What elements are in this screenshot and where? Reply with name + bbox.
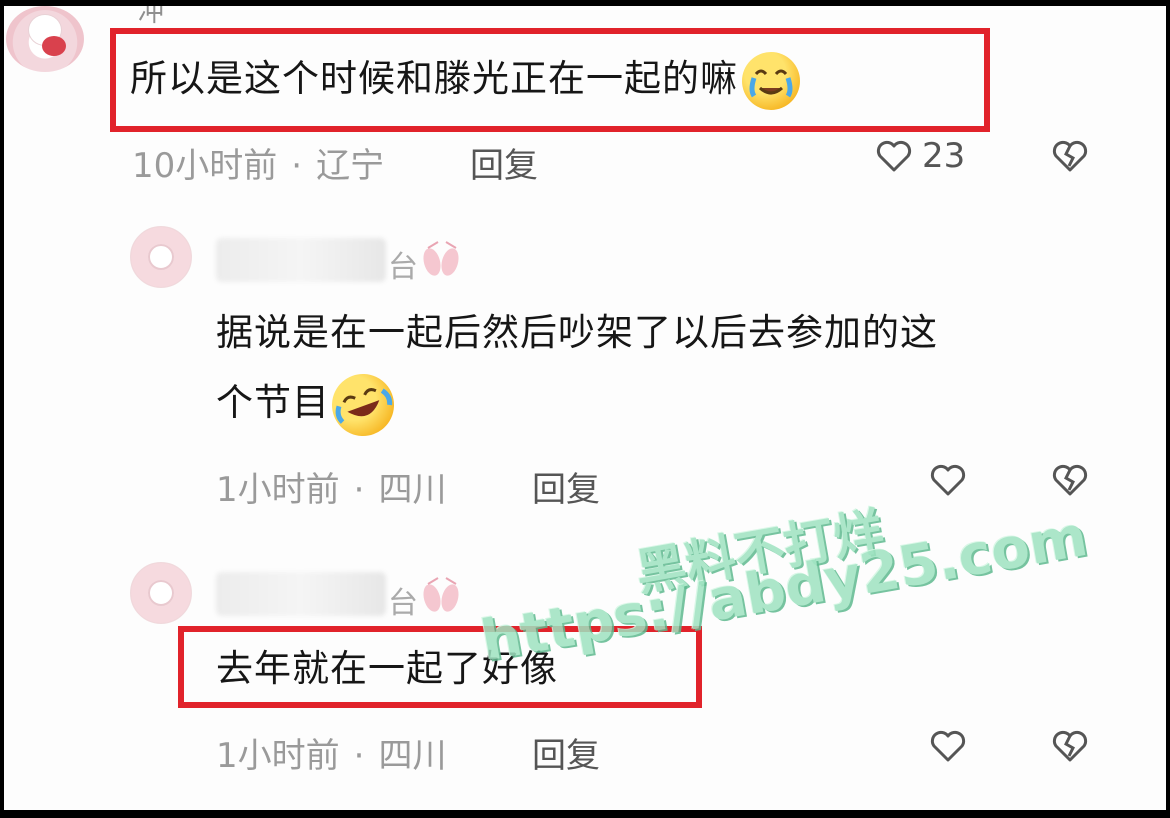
comment-body: 所以是这个时候和滕光正在一起的嘛: [130, 57, 738, 100]
reply-button[interactable]: 回复: [532, 728, 600, 777]
avatar[interactable]: [130, 226, 192, 288]
timestamp: 1小时前: [216, 470, 340, 510]
reply-text-line1: 据说是在一起后然后吵架了以后去参加的这: [216, 311, 938, 354]
comment-thread: 冲 所以是这个时候和滕光正在一起的嘛 10小时前 · 辽宁 回复 23 台 据说…: [4, 6, 1166, 810]
crying-laughing-face-icon: [742, 51, 800, 110]
username-redacted: [216, 238, 386, 282]
like-count: 23: [922, 136, 966, 176]
heart-icon: [930, 464, 966, 496]
like-button[interactable]: [928, 460, 968, 500]
separator: ·: [353, 470, 365, 510]
main-comment-meta: 10小时前 · 辽宁: [132, 138, 384, 187]
reply-meta: 1小时前 · 四川: [216, 462, 446, 511]
previous-username-fragment: 冲: [138, 6, 165, 28]
rolling-laughing-face-icon: [323, 364, 403, 445]
broken-heart-icon: [1052, 464, 1088, 496]
dislike-button[interactable]: [1050, 136, 1090, 176]
heart-icon: [930, 730, 966, 762]
broken-heart-icon: [1052, 730, 1088, 762]
ballet-shoes-icon: [423, 241, 459, 276]
location: 四川: [378, 470, 447, 510]
reply-button[interactable]: 回复: [532, 462, 600, 511]
heart-icon: [876, 140, 912, 172]
screenshot-frame: 冲 所以是这个时候和滕光正在一起的嘛 10小时前 · 辽宁 回复 23 台 据说…: [0, 0, 1170, 818]
username-fragment: 台: [388, 586, 418, 621]
location: 辽宁: [316, 146, 385, 186]
reply-body-end: 个节目: [216, 381, 330, 424]
dislike-button[interactable]: [1050, 460, 1090, 500]
username-redacted: [216, 572, 386, 616]
separator: ·: [291, 146, 303, 186]
separator: ·: [353, 736, 365, 776]
reply-meta: 1小时前 · 四川: [216, 728, 446, 777]
timestamp: 1小时前: [216, 736, 340, 776]
broken-heart-icon: [1052, 140, 1088, 172]
username-fragment: 台: [388, 250, 418, 285]
avatar[interactable]: [6, 6, 84, 72]
timestamp: 10小时前: [132, 146, 278, 186]
avatar[interactable]: [130, 562, 192, 624]
reply-text-line2: 个节目: [216, 364, 403, 445]
ballet-shoes-icon: [423, 577, 459, 612]
main-comment-text: 所以是这个时候和滕光正在一起的嘛: [130, 44, 800, 114]
dislike-button[interactable]: [1050, 726, 1090, 766]
reply-button[interactable]: 回复: [470, 138, 538, 187]
like-button[interactable]: [928, 726, 968, 766]
location: 四川: [378, 736, 447, 776]
like-button[interactable]: 23: [874, 136, 965, 176]
